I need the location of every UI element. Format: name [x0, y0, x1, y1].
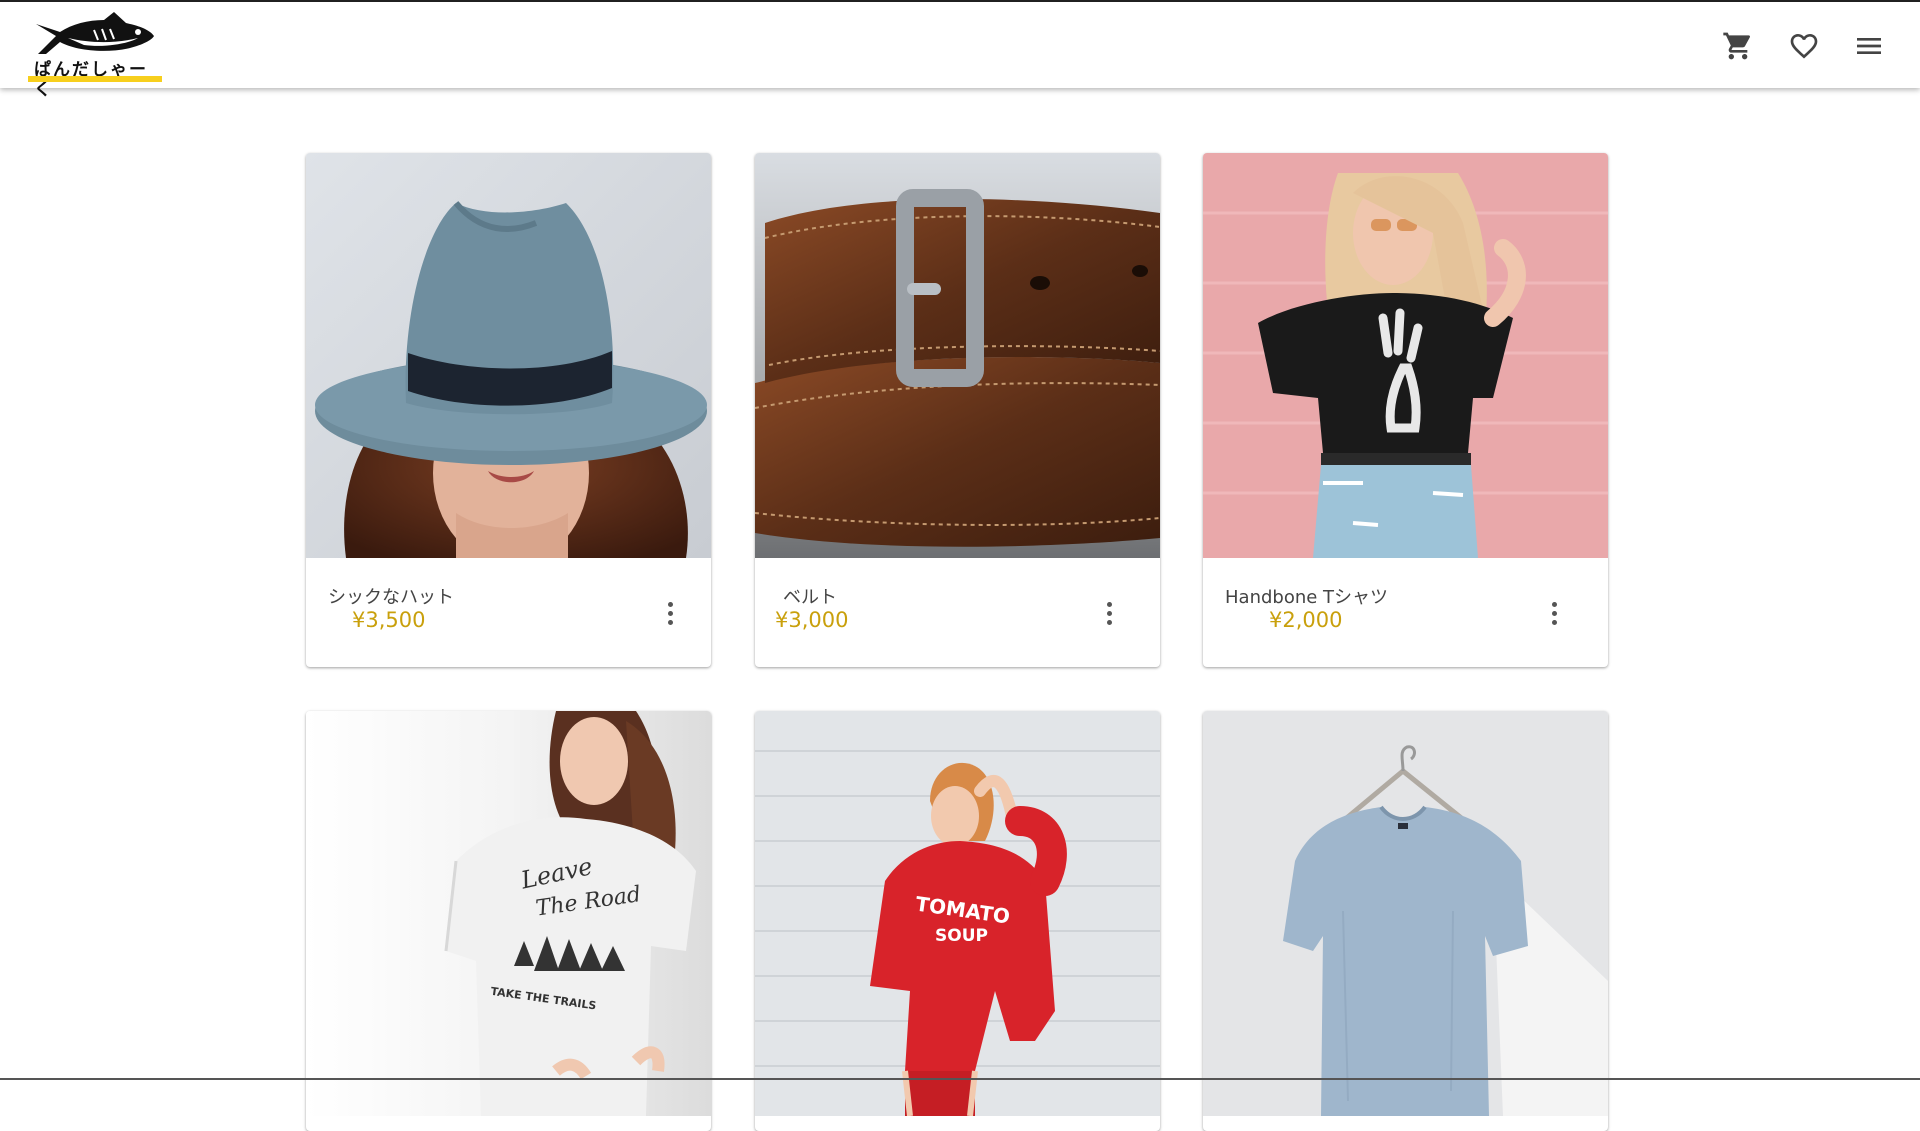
app-header: ぱんだしゃーく	[0, 2, 1920, 100]
product-card[interactable]: Leave The Road TAKE THE TRAILS	[306, 711, 711, 1131]
heart-icon[interactable]	[1786, 28, 1822, 64]
product-image[interactable]	[1203, 153, 1608, 558]
site-logo[interactable]: ぱんだしゃーく	[28, 10, 162, 100]
product-image[interactable]	[755, 153, 1160, 558]
product-image[interactable]: TOMATO SOUP	[755, 711, 1160, 1116]
more-options-icon[interactable]	[1542, 593, 1566, 633]
logo-underline	[28, 76, 162, 82]
product-name: シックなハット	[328, 587, 454, 608]
sweatshirt-print-line2: SOUP	[935, 926, 988, 946]
product-name: ベルト	[783, 587, 837, 608]
product-card[interactable]	[1203, 711, 1608, 1131]
product-card[interactable]: シックなハット ¥3,500	[306, 153, 711, 667]
more-options-icon[interactable]	[658, 593, 682, 633]
product-card[interactable]: Handbone Tシャツ ¥2,000	[1203, 153, 1608, 667]
product-image[interactable]	[1203, 711, 1608, 1116]
product-image[interactable]: Leave The Road TAKE THE TRAILS	[306, 711, 711, 1116]
cart-icon[interactable]	[1720, 28, 1756, 64]
shark-logo-icon	[36, 12, 154, 54]
product-price: ¥2,000	[1269, 608, 1343, 632]
product-price: ¥3,500	[352, 608, 426, 632]
product-card[interactable]: TOMATO SOUP	[755, 711, 1160, 1131]
menu-icon[interactable]	[1851, 28, 1887, 64]
product-price: ¥3,000	[775, 608, 849, 632]
product-image[interactable]	[306, 153, 711, 558]
more-options-icon[interactable]	[1097, 593, 1121, 633]
product-name: Handbone Tシャツ	[1225, 587, 1389, 608]
product-card[interactable]: ベルト ¥3,000	[755, 153, 1160, 667]
